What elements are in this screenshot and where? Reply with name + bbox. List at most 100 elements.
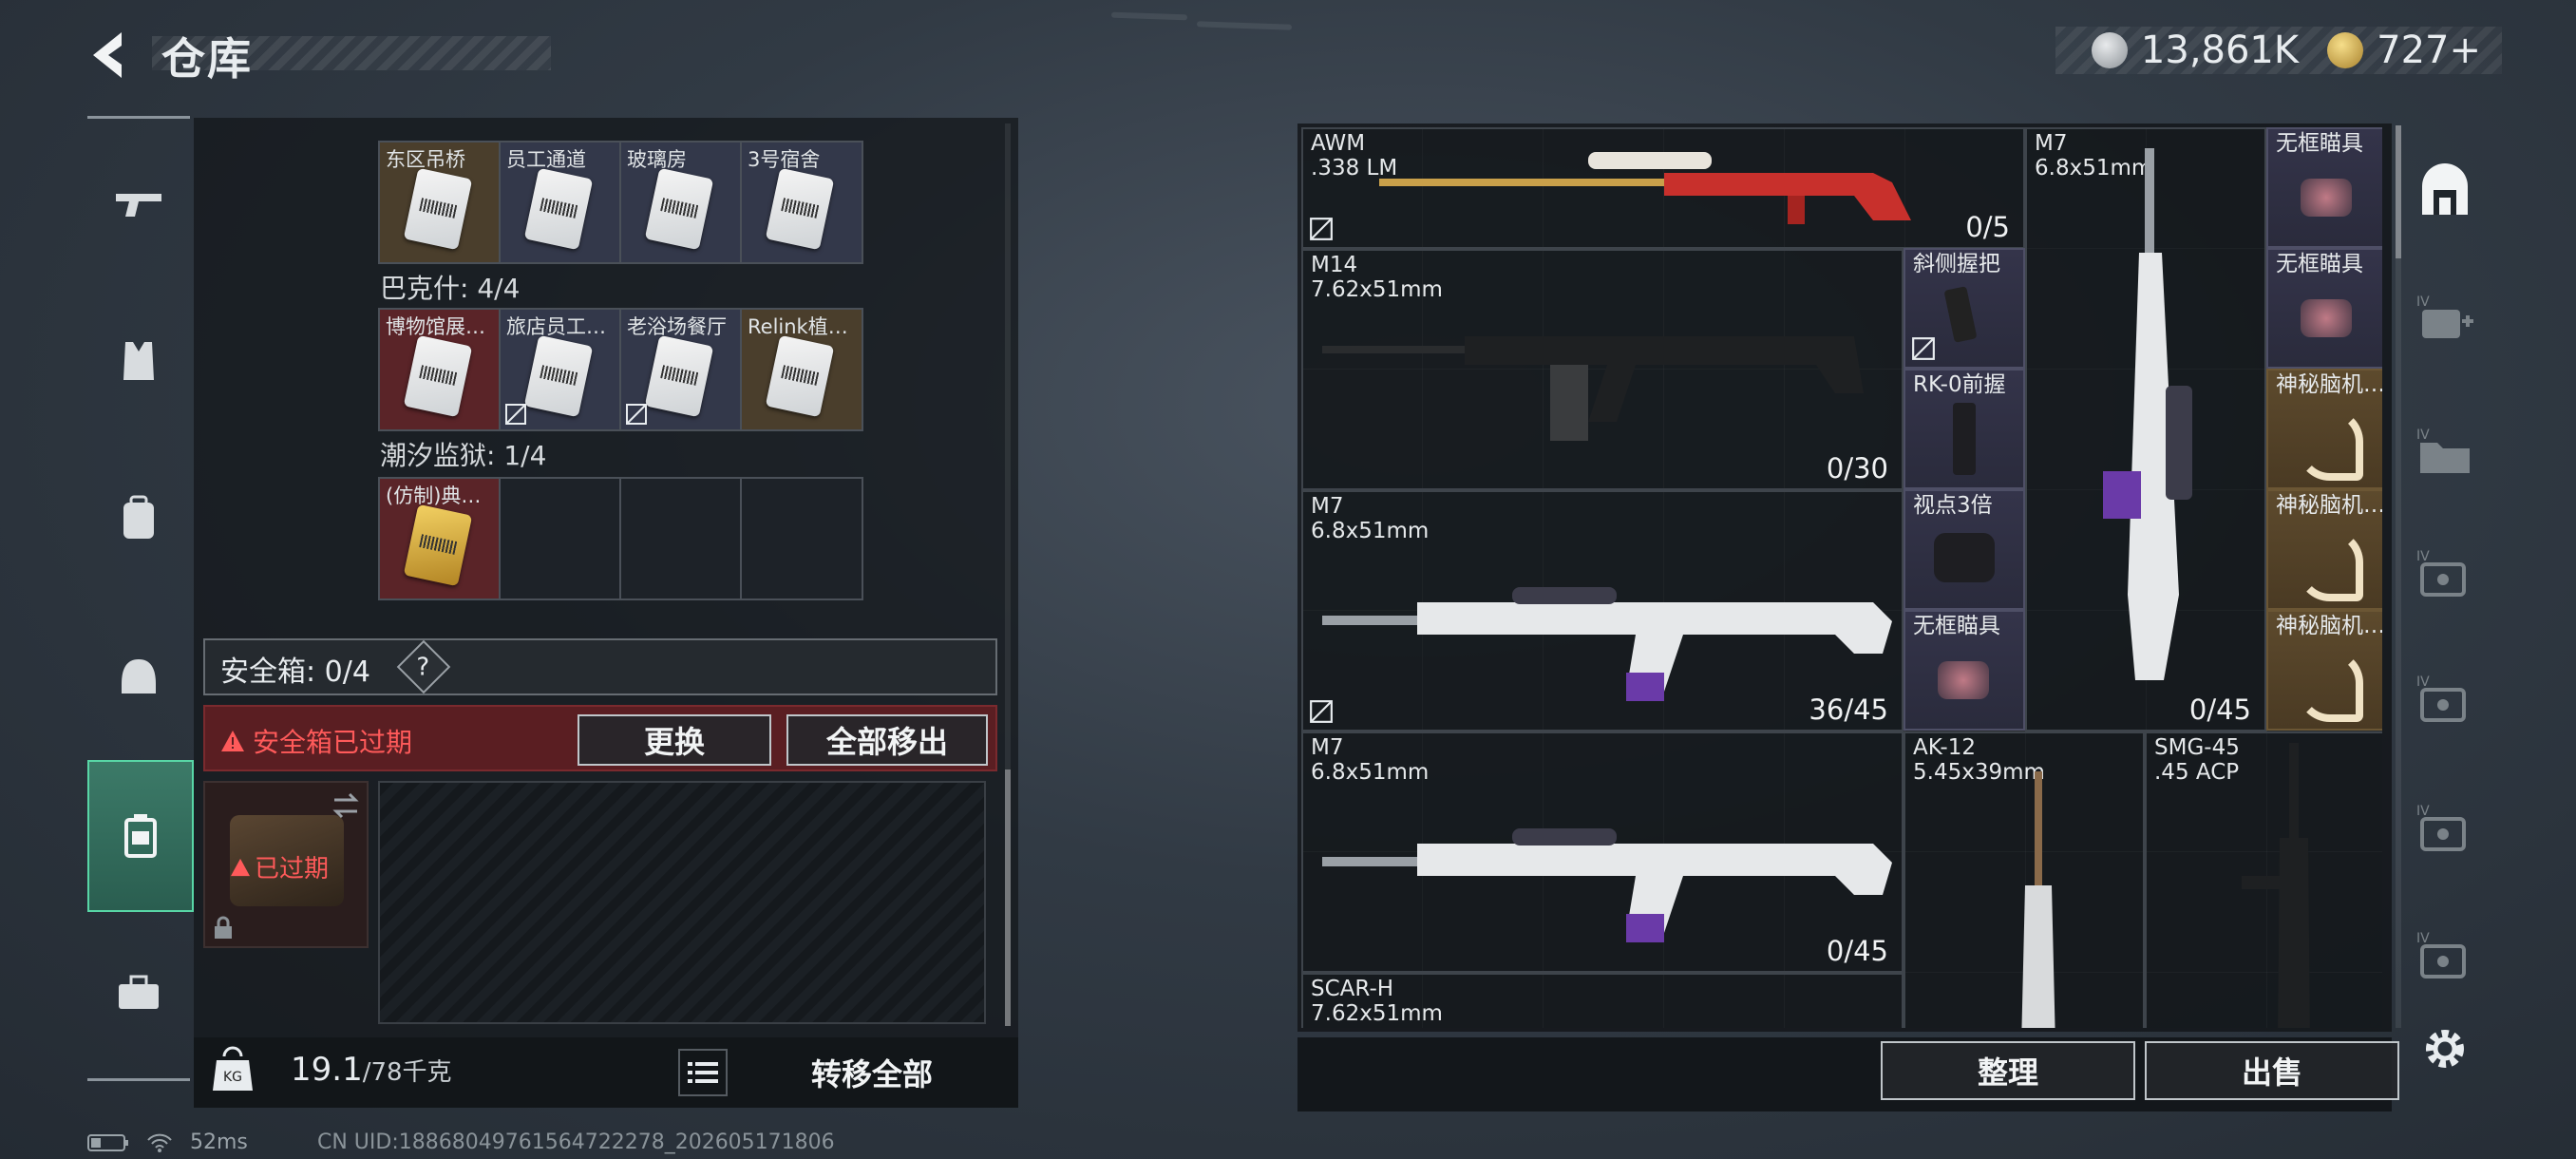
inventory-scroll-thumb[interactable] <box>1005 770 1011 1026</box>
keycard-slot[interactable]: 3号宿舍 <box>740 141 863 264</box>
keycard-slot[interactable]: (仿制)典… <box>378 477 502 600</box>
chevron-left-icon <box>93 32 122 78</box>
remove-all-button[interactable]: 全部移出 <box>786 714 988 766</box>
gold-keycard-icon <box>403 504 473 587</box>
brain-chip-item[interactable]: 神秘脑机… <box>2266 489 2382 610</box>
keycard-icon <box>765 334 835 418</box>
gun-icon <box>116 194 161 217</box>
no-sell-icon <box>505 404 526 425</box>
scope-item[interactable]: 无框瞄具 <box>1904 610 2025 731</box>
scope-icon <box>1938 661 1989 699</box>
group-label-bakeshi: 巴克什: 4/4 <box>380 273 521 304</box>
gold-coin-icon <box>2327 32 2364 68</box>
category-backpack[interactable] <box>87 467 190 570</box>
replace-button[interactable]: 更换 <box>578 714 771 766</box>
keycard-slot[interactable]: 博物馆展… <box>378 308 502 431</box>
stash-grid: AWM .338 LM 0/5 M7 6.8x51mm 0/45 无框瞄具 无框… <box>1301 127 2382 1028</box>
foregrip-item[interactable]: RK-0前握 <box>1904 369 2025 489</box>
stash-scrollbar[interactable] <box>2396 125 2401 1028</box>
expired-warning: 安全箱已过期 <box>220 722 412 760</box>
scope-3x-item[interactable]: 视点3倍 <box>1904 489 2025 610</box>
category-helmet[interactable] <box>87 625 190 728</box>
svg-text:KG: KG <box>223 1070 242 1085</box>
weapon-m7[interactable]: M7 6.8x51mm 0/45 <box>1301 732 1904 973</box>
weapon-m7[interactable]: M7 6.8x51mm 36/45 <box>1301 490 1904 732</box>
swap-icon <box>332 792 359 819</box>
grip-item[interactable]: 斜侧握把 <box>1904 248 2025 369</box>
weapon-m14[interactable]: M14 7.62x51mm 0/30 <box>1301 249 1904 490</box>
empty-slot[interactable] <box>740 477 863 600</box>
silver-coin-icon <box>2091 32 2128 68</box>
gear-icon <box>2426 1030 2464 1068</box>
stash-tab-main[interactable] <box>2411 158 2479 226</box>
stash-tab-4[interactable]: IV <box>2411 665 2479 733</box>
weapon-awm[interactable]: AWM .338 LM 0/5 <box>1301 127 2025 249</box>
keycard-icon <box>403 167 473 251</box>
scope-3x-icon <box>1934 533 1995 582</box>
weapon-smg45[interactable]: SMG-45 .45 ACP <box>2145 732 2382 1028</box>
backpack-icon <box>123 495 154 539</box>
no-sell-icon <box>626 404 647 425</box>
warning-icon <box>221 731 244 751</box>
stash-tab-5[interactable]: IV <box>2411 794 2479 863</box>
weapon-ak12[interactable]: AK-12 5.45x39mm <box>1904 732 2145 1028</box>
stash-box-icon: IV <box>2416 549 2466 597</box>
weapon-m7-vertical[interactable]: M7 6.8x51mm 0/45 <box>2025 127 2266 732</box>
assault-rifle-icon <box>2021 771 2055 1028</box>
svg-text:IV: IV <box>2416 674 2430 690</box>
status-bar: 52ms <box>87 1130 248 1154</box>
weight-readout: 19.1/78千克 <box>291 1051 452 1089</box>
keycard-icon <box>644 334 714 418</box>
brain-chip-item[interactable]: 神秘脑机… <box>2266 610 2382 731</box>
back-button[interactable] <box>84 27 141 84</box>
stash-scroll-thumb[interactable] <box>2396 125 2401 258</box>
stash-box-icon: IV <box>2416 804 2466 851</box>
stash-box-icon: IV <box>2416 674 2466 722</box>
keycard-icon <box>523 334 594 418</box>
weight-icon: KG <box>211 1045 258 1098</box>
page-title: 仓库 <box>161 33 253 85</box>
stash-tab-3[interactable]: IV <box>2411 540 2479 608</box>
scope-icon <box>2301 179 2352 217</box>
brain-chip-item[interactable]: 神秘脑机… <box>2266 369 2382 489</box>
category-toolbox[interactable] <box>87 940 190 1043</box>
container-icon <box>124 814 157 858</box>
empty-slot[interactable] <box>499 477 622 600</box>
svg-text:IV: IV <box>2416 931 2430 946</box>
sort-button[interactable]: 整理 <box>1881 1041 2135 1100</box>
stash-tab-6[interactable]: IV <box>2411 922 2479 990</box>
no-sell-icon <box>1310 700 1333 723</box>
keycard-slot[interactable]: Relink植… <box>740 308 863 431</box>
gold-coin-amount: 727+ <box>2377 28 2481 72</box>
currency-display: 13,861K 727+ <box>2055 27 2502 74</box>
keycard-slot[interactable]: 玻璃房 <box>619 141 743 264</box>
settings-button[interactable] <box>2411 1015 2479 1083</box>
weapon-scarh[interactable]: SCAR-H 7.62x51mm <box>1301 973 1904 1028</box>
keycard-slot[interactable]: 老浴场餐厅 <box>619 308 743 431</box>
keycard-slot[interactable]: 东区吊桥 <box>378 141 502 264</box>
armor-vest-icon <box>123 342 154 380</box>
expired-status: 已过期 <box>230 849 329 884</box>
stash-tab-2[interactable]: IV <box>2411 418 2479 486</box>
safebox-item[interactable]: 已过期 <box>203 781 369 948</box>
keycard-slot[interactable]: 旅店员工… <box>499 308 622 431</box>
transfer-all-button[interactable]: 转移全部 <box>747 1045 997 1100</box>
scope-item[interactable]: 无框瞄具 <box>2266 127 2382 248</box>
sniper-rifle-icon <box>1379 152 1911 224</box>
empty-slot[interactable] <box>619 477 743 600</box>
keycard-slot[interactable]: 员工通道 <box>499 141 622 264</box>
help-icon: ? <box>416 653 430 682</box>
category-armor[interactable] <box>87 310 190 412</box>
keycard-icon <box>765 167 835 251</box>
no-sell-icon <box>1310 218 1333 240</box>
safebox-label: 安全箱: 0/4 <box>220 656 370 689</box>
stash-tab-add[interactable]: IV <box>2411 285 2479 353</box>
scope-item[interactable]: 无框瞄具 <box>2266 248 2382 369</box>
brain-chip-icon <box>2297 529 2363 601</box>
battle-rifle-icon <box>1322 336 1864 441</box>
category-weapons[interactable] <box>87 152 190 255</box>
wifi-icon <box>147 1133 172 1152</box>
category-container[interactable] <box>87 760 194 912</box>
sell-button[interactable]: 出售 <box>2145 1041 2399 1100</box>
list-view-button[interactable] <box>678 1049 728 1096</box>
